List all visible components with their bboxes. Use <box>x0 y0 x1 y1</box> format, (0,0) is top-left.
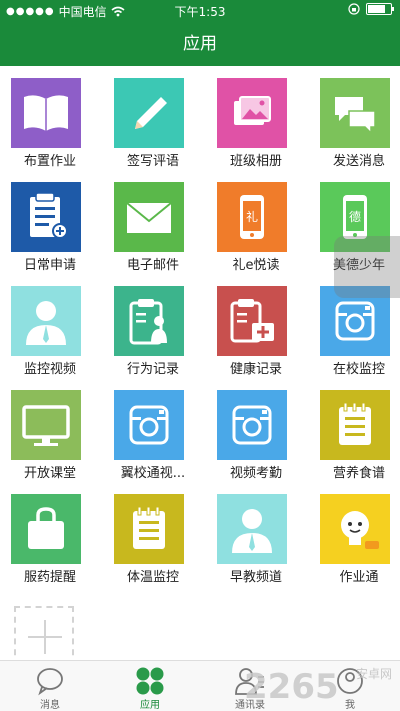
clipboard-person-icon <box>129 299 167 345</box>
app-label: 视频考勤 <box>229 466 282 481</box>
app-label: 礼e悦读 <box>232 258 280 273</box>
app-label: 布置作业 <box>23 154 76 169</box>
app-icon-tile <box>11 78 81 148</box>
app-label: 班级相册 <box>229 154 282 169</box>
app-label: 健康记录 <box>229 362 282 377</box>
app-tile-7[interactable]: 礼礼e悦读 <box>206 170 306 274</box>
app-tile-11[interactable]: 健康记录 <box>206 274 306 378</box>
status-time: 下午1:53 <box>174 5 226 19</box>
app-label: 发送消息 <box>332 154 385 169</box>
status-right <box>348 3 394 15</box>
app-label: 服药提醒 <box>23 570 76 585</box>
camera-icon <box>335 301 375 341</box>
rotation-lock-icon <box>348 3 360 15</box>
camera-icon <box>129 405 169 445</box>
app-icon-tile <box>114 390 184 460</box>
app-label: 日常申请 <box>23 258 76 273</box>
app-tile-6[interactable]: 电子邮件 <box>103 170 203 274</box>
app-icon-tile <box>217 390 287 460</box>
tab-messages[interactable]: 消息 <box>0 661 100 711</box>
app-icon-tile <box>217 286 287 356</box>
app-label: 行为记录 <box>126 362 179 377</box>
app-icon-tile <box>114 78 184 148</box>
app-tile-2[interactable]: 签写评语 <box>103 66 203 170</box>
app-tile-13[interactable]: 开放课堂 <box>0 378 100 482</box>
app-tile-4[interactable]: 发送消息 <box>309 66 400 170</box>
app-label: 开放课堂 <box>23 466 76 481</box>
pencil-icon <box>135 97 167 129</box>
app-label: 在校监控 <box>332 362 385 377</box>
svg-text:礼: 礼 <box>246 209 258 224</box>
battery-icon <box>366 3 394 15</box>
app-tile-15[interactable]: 视频考勤 <box>206 378 306 482</box>
bag-icon <box>28 507 64 549</box>
app-icon-tile <box>217 78 287 148</box>
app-tile-14[interactable]: 翼校通视... <box>103 378 203 482</box>
app-label: 体温监控 <box>126 570 179 585</box>
app-icon-tile <box>114 286 184 356</box>
phone-reading-icon: 礼 <box>240 195 264 239</box>
page-title: 应用 <box>0 22 400 66</box>
app-icon-tile: 礼 <box>217 182 287 252</box>
app-tile-19[interactable]: 早教频道 <box>206 482 306 586</box>
app-icon-tile <box>320 390 390 460</box>
tab-label: 消息 <box>40 700 60 711</box>
app-icon-tile <box>11 494 81 564</box>
monitor-icon <box>22 405 70 446</box>
app-tile-9[interactable]: 监控视频 <box>0 274 100 378</box>
svg-text:德: 德 <box>349 209 361 224</box>
apps-grid-icon <box>136 667 164 695</box>
application-form-icon <box>30 192 68 239</box>
app-tile-3[interactable]: 班级相册 <box>206 66 306 170</box>
app-tile-16[interactable]: 营养食谱 <box>309 378 400 482</box>
app-grid: 布置作业 签写评语 班级相册 发送消息 日常申请 电子邮件礼礼e悦读德美德少年 监控视频 行为… <box>0 66 400 660</box>
app-icon-tile <box>320 494 390 564</box>
app-icon-tile <box>320 78 390 148</box>
app-icon-tile <box>11 286 81 356</box>
app-label: 作业通 <box>339 570 379 585</box>
watermark-main: 2265 <box>244 667 339 707</box>
person-icon <box>232 509 272 553</box>
app-icon-tile <box>114 182 184 252</box>
person-icon <box>26 301 66 345</box>
tab-apps[interactable]: 应用 <box>100 661 200 711</box>
app-label: 早教频道 <box>229 570 282 585</box>
app-icon-tile <box>217 494 287 564</box>
app-label: 营养食谱 <box>332 466 385 481</box>
chat-icon <box>37 668 63 696</box>
app-icon-tile <box>11 182 81 252</box>
status-bar: ●●●●● 中国电信 下午1:53 <box>0 0 400 22</box>
envelope-icon <box>126 202 172 233</box>
app-label: 监控视频 <box>23 362 76 377</box>
clipboard-medkit-icon <box>230 299 274 343</box>
notepad-icon <box>339 402 371 445</box>
watermark-sub: 安卓网 <box>355 667 392 681</box>
chat-bubbles-icon <box>335 97 376 135</box>
watermark-logo: 2265 安卓网 <box>244 663 394 709</box>
notepad-icon <box>133 506 165 549</box>
tab-label: 应用 <box>140 700 160 711</box>
floating-assistive-button[interactable] <box>334 236 400 298</box>
app-label: 电子邮件 <box>126 258 179 273</box>
app-label: 翼校通视... <box>120 466 186 481</box>
book-icon <box>24 95 68 131</box>
lightbulb-icon <box>341 511 379 549</box>
app-label: 签写评语 <box>126 154 179 169</box>
app-tile-20[interactable]: 作业通 <box>309 482 400 586</box>
app-tile-5[interactable]: 日常申请 <box>0 170 100 274</box>
add-app-button[interactable] <box>14 606 74 666</box>
camera-icon <box>232 405 272 445</box>
app-tile-1[interactable]: 布置作业 <box>0 66 100 170</box>
app-tile-10[interactable]: 行为记录 <box>103 274 203 378</box>
app-icon-tile <box>11 390 81 460</box>
app-icon-tile <box>114 494 184 564</box>
app-tile-17[interactable]: 服药提醒 <box>0 482 100 586</box>
photo-album-icon <box>234 96 271 125</box>
app-tile-18[interactable]: 体温监控 <box>103 482 203 586</box>
